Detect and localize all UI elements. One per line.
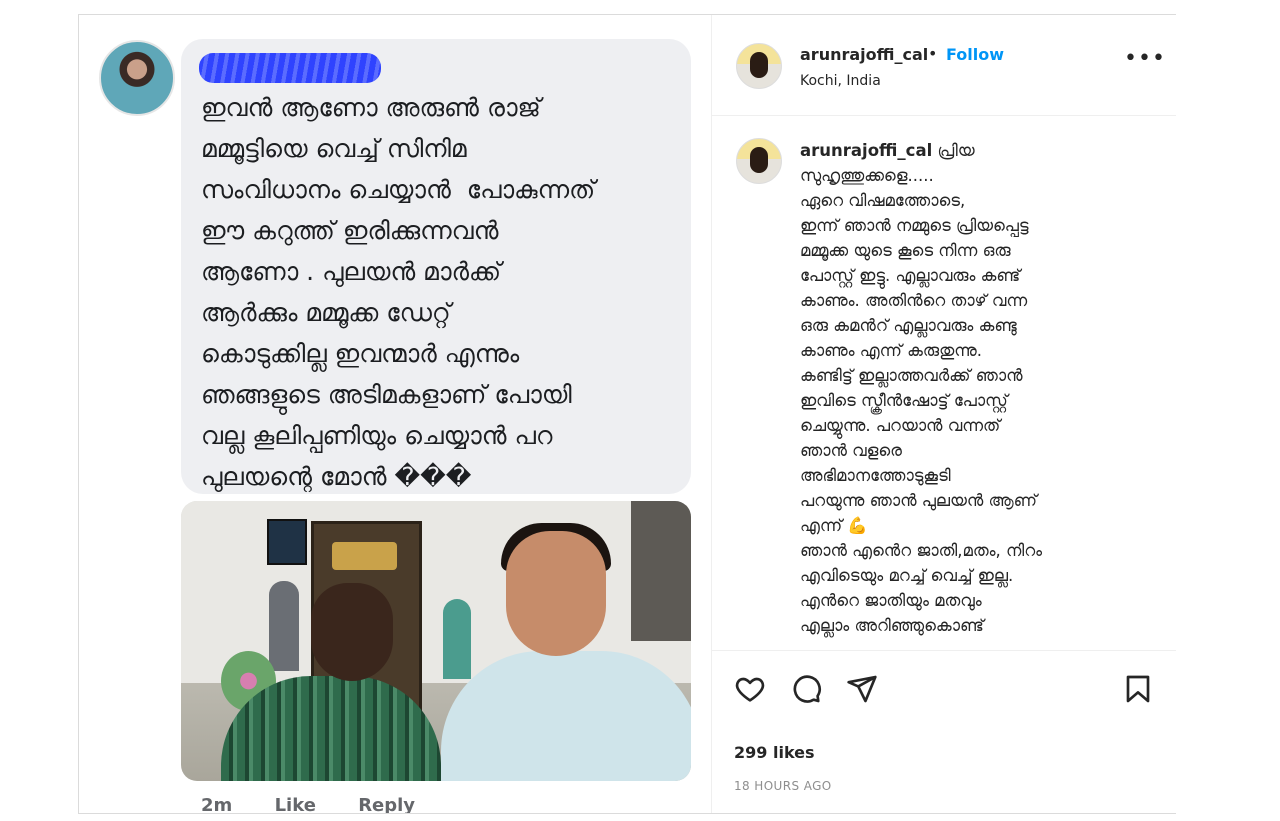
like-count[interactable]: 299 likes (734, 743, 815, 762)
caption-text: arunrajoffi_cal പ്രിയ സുഹൃത്തുക്കളെ.....… (800, 138, 1140, 638)
bookmark-icon[interactable] (1122, 673, 1154, 705)
separator-dot: • (928, 44, 938, 63)
post-sidebar: arunrajoffi_cal • Follow Kochi, India ••… (711, 15, 1176, 813)
more-options-icon[interactable]: ••• (1124, 48, 1166, 70)
share-icon[interactable] (846, 673, 878, 705)
caption-username[interactable]: arunrajoffi_cal (800, 141, 932, 160)
comment-reply-link[interactable]: Reply (358, 795, 415, 813)
author-username[interactable]: arunrajoffi_cal (800, 45, 928, 64)
follow-button[interactable]: Follow (946, 45, 1004, 64)
heart-icon[interactable] (734, 673, 766, 705)
comment-icon[interactable] (790, 673, 822, 705)
caption-area[interactable]: arunrajoffi_cal പ്രിയ സുഹൃത്തുക്കളെ.....… (712, 116, 1176, 650)
caption-body: പ്രിയ സുഹൃത്തുക്കളെ..... ഏറെ വിഷമത്തോടെ,… (800, 141, 1043, 635)
redacted-name (199, 53, 381, 83)
commenter-avatar (99, 40, 175, 116)
comment-text: ഇവൻ ആണോ അരുൺ രാജ് മമ്മൂട്ടിയെ വെച്ച് സിന… (201, 93, 596, 491)
post-header: arunrajoffi_cal • Follow Kochi, India ••… (712, 15, 1176, 116)
post-timestamp[interactable]: 18 HOURS AGO (734, 779, 832, 793)
caption-avatar[interactable] (736, 138, 782, 184)
comment-like-link[interactable]: Like (275, 795, 316, 813)
post-actions: 299 likes 18 HOURS AGO (712, 650, 1176, 821)
post-frame: ഇവൻ ആണോ അരുൺ രാജ് മമ്മൂട്ടിയെ വെച്ച് സിന… (78, 14, 1176, 814)
comment-actions: 2m Like Reply (201, 795, 451, 813)
comment-age: 2m (201, 795, 233, 813)
comment-bubble: ഇവൻ ആണോ അരുൺ രാജ് മമ്മൂട്ടിയെ വെച്ച് സിന… (181, 39, 691, 494)
photo-two-men (181, 501, 691, 781)
author-avatar[interactable] (736, 43, 782, 89)
post-image: ഇവൻ ആണോ അരുൺ രാജ് മമ്മൂട്ടിയെ വെച്ച് സിന… (79, 15, 711, 813)
post-location[interactable]: Kochi, India (800, 73, 881, 89)
